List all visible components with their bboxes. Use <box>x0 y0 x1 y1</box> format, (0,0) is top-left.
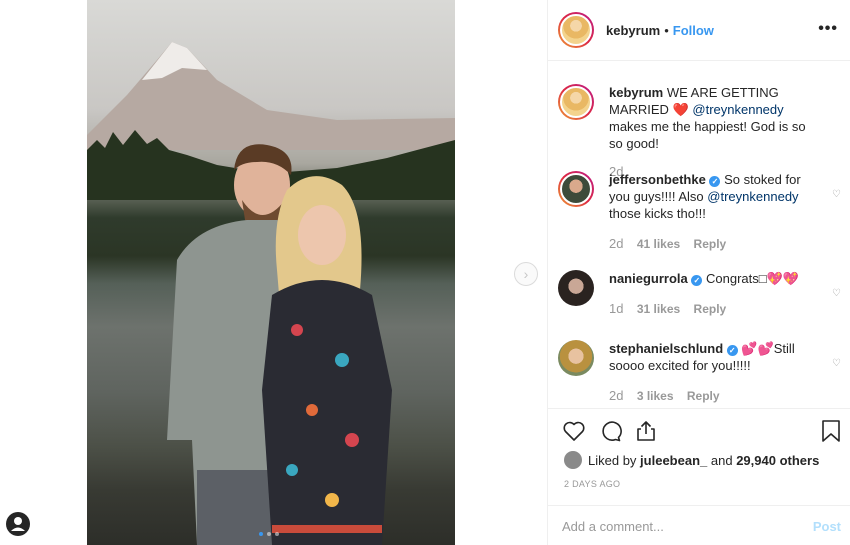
reply-button[interactable]: Reply <box>694 237 727 251</box>
action-icons-row <box>562 419 842 445</box>
post-header: kebyrum • Follow ••• <box>548 0 850 61</box>
author-username[interactable]: kebyrum <box>606 23 660 38</box>
comment-likes[interactable]: 41 likes <box>637 237 680 251</box>
comment-meta: 1d 31 likes Reply <box>609 301 843 316</box>
liker-avatar[interactable] <box>564 451 582 469</box>
comment-avatar[interactable] <box>558 171 594 207</box>
heart-icon[interactable] <box>562 419 586 443</box>
like-comment-heart-icon[interactable]: ♡ <box>832 189 841 200</box>
caption-username[interactable]: kebyrum <box>609 85 663 100</box>
comment-username[interactable]: naniegurrola <box>609 271 688 286</box>
post-photo[interactable] <box>87 0 455 545</box>
profile-avatar-icon[interactable] <box>6 512 30 536</box>
red-heart-emoji: ❤️ <box>672 102 689 117</box>
comment-username[interactable]: jeffersonbethke <box>609 172 706 187</box>
person-icon <box>11 517 25 531</box>
comment-text: naniegurrola ✓ Congrats□💖💖 <box>609 270 819 287</box>
post-comment-button[interactable]: Post <box>813 519 841 534</box>
verified-badge-icon: ✓ <box>726 345 738 356</box>
liked-by-user[interactable]: juleebean_ <box>640 453 707 468</box>
more-options-icon[interactable]: ••• <box>818 20 838 38</box>
bookmark-icon[interactable] <box>820 419 842 443</box>
carousel-dot-1[interactable] <box>259 532 263 536</box>
author-avatar[interactable] <box>558 12 594 48</box>
comment-time: 1d <box>609 301 624 316</box>
chevron-right-icon: › <box>523 266 529 282</box>
comment-username[interactable]: stephanielschlund <box>609 341 723 356</box>
comment-mention[interactable]: @treynkennedy <box>707 189 798 204</box>
comment-text: stephanielschlund ✓ 💕💕Still soooo excite… <box>609 340 819 374</box>
caption-text-2: makes me the happiest! God is so so good… <box>609 119 806 151</box>
comment-text-2: those kicks tho!!! <box>609 206 706 221</box>
add-comment-input[interactable]: Add a comment... <box>562 519 664 534</box>
caption: kebyrum WE ARE GETTING MARRIED ❤️ @treyn… <box>558 84 843 179</box>
carousel-dot-3[interactable] <box>275 532 279 536</box>
comment-item: jeffersonbethke ✓ So stoked for you guys… <box>558 171 843 251</box>
post-date: 2 DAYS AGO <box>564 479 621 489</box>
carousel-dots <box>259 532 279 536</box>
comment-avatar[interactable] <box>558 340 594 376</box>
header-separator: • <box>664 22 669 38</box>
caption-mention[interactable]: @treynkennedy <box>692 102 783 117</box>
reply-button[interactable]: Reply <box>694 302 727 316</box>
comment-meta: 2d 41 likes Reply <box>609 236 843 251</box>
reply-button[interactable]: Reply <box>687 389 720 403</box>
next-photo-button[interactable]: › <box>514 262 538 286</box>
liked-by-prefix: Liked by <box>588 452 637 468</box>
comment-time: 2d <box>609 236 624 251</box>
comment-item: naniegurrola ✓ Congrats□💖💖 1d 31 likes R… <box>558 270 843 316</box>
caption-avatar[interactable] <box>558 84 594 120</box>
post-actions: Liked by juleebean_ and 29,940 others 2 … <box>548 408 850 545</box>
comment-likes[interactable]: 3 likes <box>637 389 674 403</box>
add-comment-bar: Add a comment... Post <box>548 505 850 545</box>
comment-text-1: Congrats□💖💖 <box>706 271 799 286</box>
liked-by-line: Liked by juleebean_ and 29,940 others <box>564 451 819 469</box>
comment-item: stephanielschlund ✓ 💕💕Still soooo excite… <box>558 340 843 403</box>
woman-figure <box>262 176 392 545</box>
comments-list[interactable]: kebyrum WE ARE GETTING MARRIED ❤️ @treyn… <box>548 62 850 408</box>
post-sidebar: kebyrum • Follow ••• kebyrum WE ARE GETT… <box>547 0 850 545</box>
like-comment-heart-icon[interactable]: ♡ <box>832 288 841 299</box>
comment-avatar[interactable] <box>558 270 594 306</box>
verified-badge-icon: ✓ <box>709 176 721 187</box>
caption-text: kebyrum WE ARE GETTING MARRIED ❤️ @treyn… <box>609 84 819 152</box>
liked-by-middle: and <box>710 452 733 468</box>
follow-button[interactable]: Follow <box>673 23 714 38</box>
comment-meta: 2d 3 likes Reply <box>609 388 843 403</box>
comment-bubble-icon[interactable] <box>598 419 622 443</box>
carousel-dot-2[interactable] <box>267 532 271 536</box>
comment-time: 2d <box>609 388 624 403</box>
comment-text: jeffersonbethke ✓ So stoked for you guys… <box>609 171 819 222</box>
comment-likes[interactable]: 31 likes <box>637 302 680 316</box>
share-icon[interactable] <box>634 419 658 443</box>
verified-badge-icon: ✓ <box>691 275 703 286</box>
like-comment-heart-icon[interactable]: ♡ <box>832 358 841 369</box>
likes-count[interactable]: 29,940 others <box>736 453 819 468</box>
